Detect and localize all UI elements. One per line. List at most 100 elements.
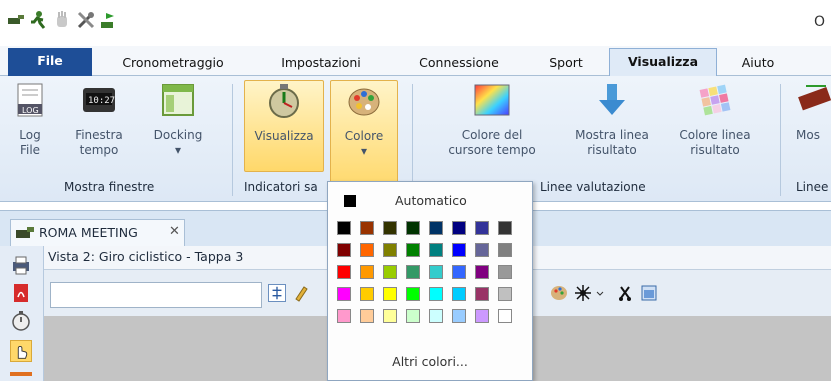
- automatic-swatch: [344, 195, 356, 207]
- svg-text:LOG: LOG: [22, 106, 39, 115]
- tab-cronometraggio[interactable]: Cronometraggio: [108, 52, 238, 76]
- color-swatch[interactable]: [429, 287, 443, 301]
- color-swatch[interactable]: [337, 309, 351, 323]
- color-swatch[interactable]: [452, 265, 466, 279]
- tab-connessione[interactable]: Connessione: [404, 52, 514, 76]
- document-tab[interactable]: ROMA MEETING ✕: [10, 219, 185, 247]
- visualizza-label: Visualizza: [254, 129, 314, 143]
- color-swatch[interactable]: [452, 309, 466, 323]
- printer-icon[interactable]: [10, 254, 32, 276]
- color-swatch[interactable]: [452, 221, 466, 235]
- color-swatch[interactable]: [406, 309, 420, 323]
- ribbon-tabs: File Cronometraggio Impostazioni Conness…: [0, 46, 831, 77]
- mostra-linea-label: Mostra linea risultato: [575, 128, 649, 157]
- tab-aiuto[interactable]: Aiuto: [728, 52, 788, 76]
- colore-cursore-button[interactable]: Colore del cursore tempo: [430, 82, 554, 158]
- colore-button[interactable]: Colore ▾: [330, 80, 398, 190]
- color-swatch[interactable]: [383, 243, 397, 257]
- log-file-button[interactable]: LOG Log File: [10, 82, 50, 158]
- color-swatch[interactable]: [498, 265, 512, 279]
- color-swatch[interactable]: [383, 265, 397, 279]
- color-swatch[interactable]: [452, 287, 466, 301]
- window-icon[interactable]: [640, 284, 658, 302]
- stopwatch-icon[interactable]: [10, 310, 32, 332]
- pin-icon[interactable]: [6, 10, 26, 30]
- close-icon[interactable]: ✕: [169, 224, 180, 239]
- runner-icon[interactable]: [28, 10, 48, 30]
- brightness-icon[interactable]: [574, 284, 592, 302]
- color-swatch[interactable]: [337, 221, 351, 235]
- pdf-icon[interactable]: [10, 282, 32, 304]
- finestra-tempo-label: Finestra tempo: [75, 128, 123, 157]
- color-swatch[interactable]: [383, 309, 397, 323]
- more-colors-option[interactable]: Altri colori...: [328, 354, 532, 369]
- color-swatch[interactable]: [406, 221, 420, 235]
- group-mostra-finestre: Mostra finestre: [64, 180, 155, 194]
- color-swatch[interactable]: [360, 221, 374, 235]
- ribbon-separator: [780, 84, 781, 196]
- stopwatch-icon: [269, 84, 299, 118]
- tab-visualizza[interactable]: Visualizza: [609, 48, 717, 77]
- color-swatch[interactable]: [475, 287, 489, 301]
- stopwatch-display-icon: 10:27: [83, 88, 115, 112]
- search-field[interactable]: [50, 282, 262, 308]
- palette-icon: [348, 88, 380, 116]
- palette-small-icon[interactable]: [550, 284, 568, 302]
- mostra-partial-button[interactable]: Mos: [790, 82, 831, 143]
- colore-label: Colore: [344, 129, 384, 143]
- log-file-icon: LOG: [17, 83, 43, 117]
- automatic-option[interactable]: Automatico: [330, 184, 530, 214]
- color-swatch[interactable]: [429, 309, 443, 323]
- visualizza-indicator-button[interactable]: Visualizza: [244, 80, 324, 172]
- tab-sport[interactable]: Sport: [534, 52, 598, 76]
- colore-linea-button[interactable]: Colore linea risultato: [670, 82, 760, 158]
- scissors-icon[interactable]: [616, 284, 634, 302]
- pencil-icon[interactable]: [292, 284, 310, 302]
- color-swatch[interactable]: [383, 287, 397, 301]
- color-swatch[interactable]: [475, 221, 489, 235]
- flag-icon[interactable]: [98, 10, 118, 30]
- color-swatch[interactable]: [406, 265, 420, 279]
- color-swatch[interactable]: [360, 243, 374, 257]
- color-swatch[interactable]: [360, 265, 374, 279]
- color-dropdown-menu: Automatico Altri colori...: [327, 181, 533, 381]
- color-swatch[interactable]: [406, 287, 420, 301]
- hand-icon[interactable]: [52, 10, 72, 30]
- color-swatch[interactable]: [475, 243, 489, 257]
- color-swatch[interactable]: [383, 221, 397, 235]
- docking-icon: [162, 84, 194, 116]
- mostra-linea-button[interactable]: Mostra linea risultato: [564, 82, 660, 158]
- color-swatch-grid: [337, 221, 529, 341]
- color-swatch[interactable]: [498, 243, 512, 257]
- color-swatch[interactable]: [406, 243, 420, 257]
- color-swatch[interactable]: [429, 243, 443, 257]
- color-swatch[interactable]: [498, 309, 512, 323]
- color-swatch[interactable]: [360, 287, 374, 301]
- docking-dropdown-arrow: ▾: [174, 143, 182, 157]
- color-swatch[interactable]: [429, 221, 443, 235]
- color-swatch[interactable]: [360, 309, 374, 323]
- color-swatch[interactable]: [498, 221, 512, 235]
- color-swatch[interactable]: [337, 265, 351, 279]
- color-swatch[interactable]: [337, 287, 351, 301]
- tab-impostazioni[interactable]: Impostazioni: [266, 52, 376, 76]
- side-more-indicator: [10, 372, 32, 376]
- docking-label: Docking: [153, 128, 203, 142]
- side-toolbar: [0, 246, 44, 381]
- color-swatch[interactable]: [498, 287, 512, 301]
- color-swatch[interactable]: [337, 243, 351, 257]
- chevron-down-icon[interactable]: [596, 284, 604, 302]
- docking-button[interactable]: Docking ▾: [146, 82, 210, 158]
- tools-icon[interactable]: [76, 10, 96, 30]
- tab-file[interactable]: File: [8, 48, 92, 76]
- hand-pointer-icon[interactable]: [10, 340, 32, 362]
- color-swatch[interactable]: [475, 265, 489, 279]
- color-swatch[interactable]: [452, 243, 466, 257]
- insert-marker-icon[interactable]: [268, 284, 286, 302]
- document-tab-label: ROMA MEETING: [39, 225, 138, 240]
- gradient-color-icon: [474, 84, 510, 116]
- color-swatch[interactable]: [475, 309, 489, 323]
- log-file-label: Log File: [19, 128, 41, 157]
- color-swatch[interactable]: [429, 265, 443, 279]
- finestra-tempo-button[interactable]: 10:27 Finestra tempo: [64, 82, 134, 158]
